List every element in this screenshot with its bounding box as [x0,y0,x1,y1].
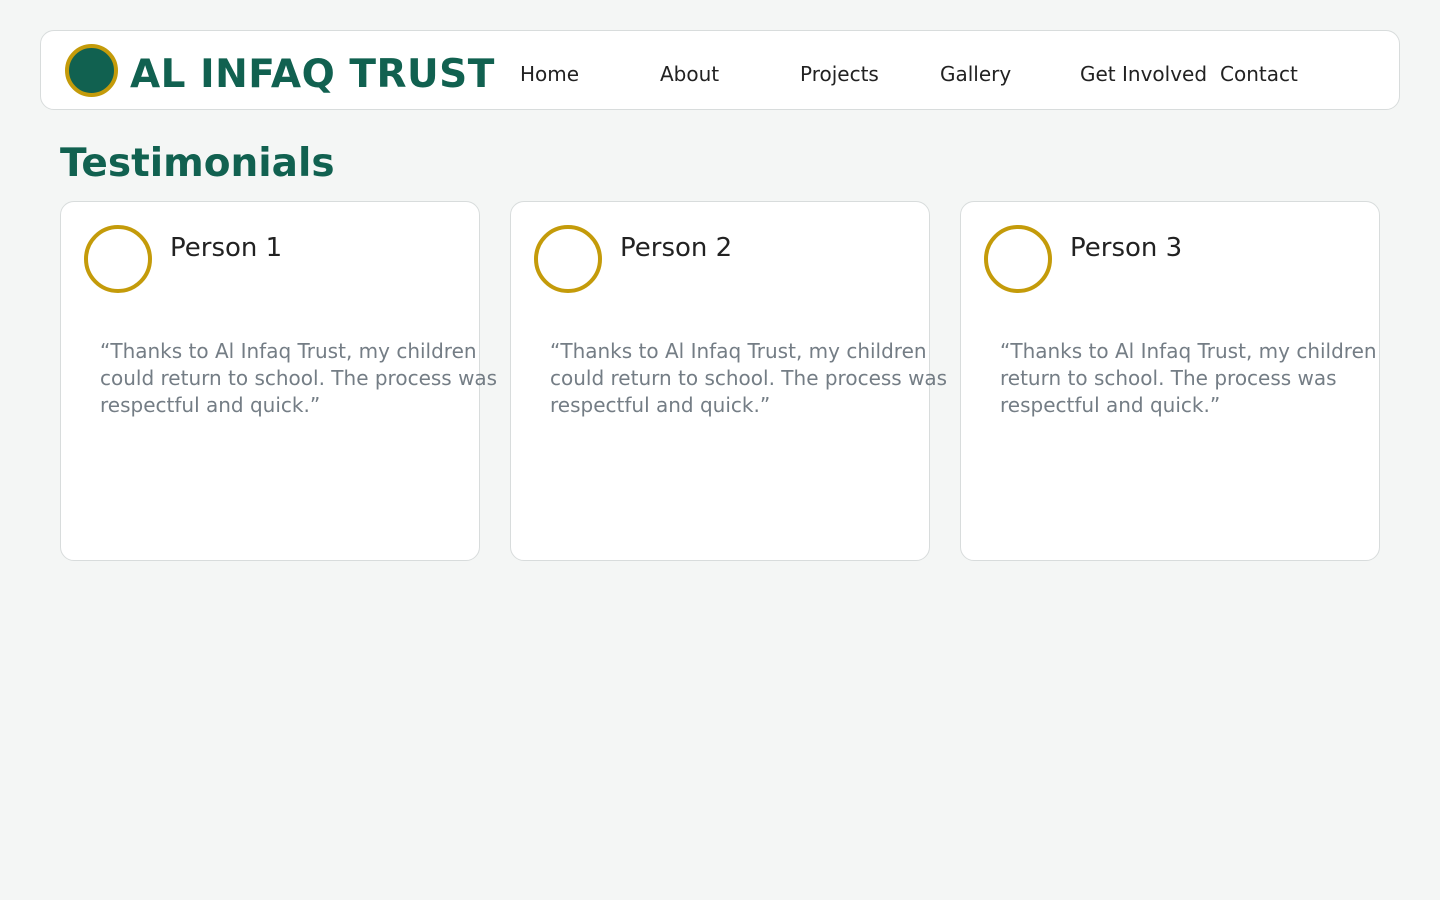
testimonial-person-name: Person 1 [170,233,283,263]
nav-gallery[interactable]: Gallery [940,62,1011,86]
avatar-ring-icon [984,225,1052,293]
testimonial-quote: “Thanks to Al Infaq Trust, my children c… [100,339,498,417]
testimonial-card: Person 1 “Thanks to Al Infaq Trust, my c… [60,201,497,561]
brand-name[interactable]: AL INFAQ TRUST [130,55,495,94]
testimonials-title: Testimonials [60,141,335,186]
logo-icon[interactable] [65,44,118,97]
testimonial-card: Person 2 “Thanks to Al Infaq Trust, my c… [510,201,947,561]
testimonial-person-name: Person 2 [620,233,733,263]
nav-about[interactable]: About [660,62,719,86]
nav-contact[interactable]: Contact [1220,62,1298,86]
testimonial-quote: “Thanks to Al Infaq Trust, my children c… [550,339,948,417]
nav-projects[interactable]: Projects [800,62,879,86]
nav-get-involved[interactable]: Get Involved [1080,62,1207,86]
avatar-ring-icon [84,225,152,293]
site-header: AL INFAQ TRUST Home About Projects Galle… [40,30,1400,110]
testimonial-quote: “Thanks to Al Infaq Trust, my children c… [1000,339,1379,417]
testimonial-person-name: Person 3 [1070,233,1183,263]
nav-home[interactable]: Home [520,62,579,86]
avatar-ring-icon [534,225,602,293]
testimonial-card: Person 3 “Thanks to Al Infaq Trust, my c… [960,201,1380,561]
